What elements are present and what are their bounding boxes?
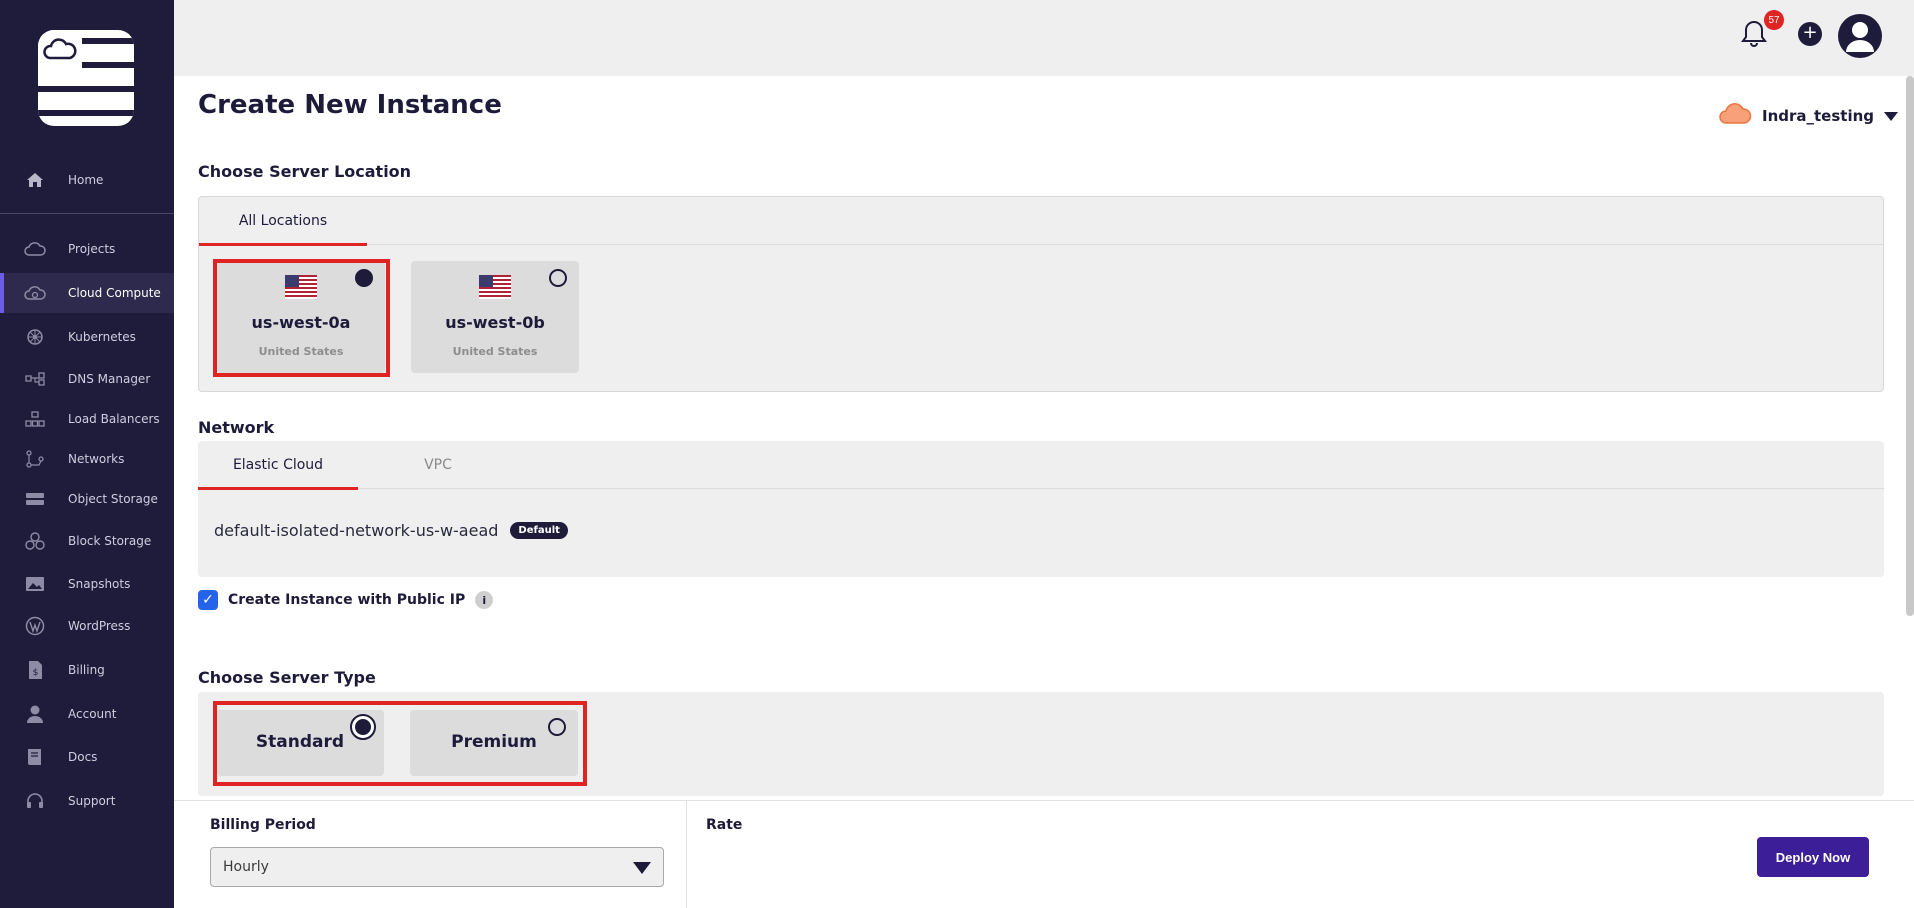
scrollbar[interactable]: [1906, 76, 1914, 616]
public-ip-row: ✓ Create Instance with Public IP i: [198, 590, 494, 610]
selection-highlight: [213, 701, 587, 786]
block-storage-icon: [24, 530, 46, 552]
network-panel: Elastic Cloud VPC default-isolated-netwo…: [198, 441, 1884, 577]
sidebar-item-label: Cloud Compute: [68, 286, 161, 300]
section-title-network: Network: [198, 418, 275, 437]
location-name: us-west-0b: [445, 313, 545, 332]
account-name: Indra_testing: [1762, 107, 1875, 125]
info-icon[interactable]: i: [475, 591, 494, 609]
sidebar-item-label: Docs: [68, 750, 98, 764]
account-selector[interactable]: Indra_testing: [1718, 103, 1899, 129]
sidebar-item-label: Billing: [68, 663, 105, 677]
sidebar-item-label: Block Storage: [68, 534, 152, 548]
sidebar: Home Projects Cloud Compute Kubernetes D…: [0, 0, 174, 908]
radio-unselected[interactable]: [549, 269, 567, 287]
brand-logo[interactable]: [38, 30, 134, 126]
image-icon: [24, 573, 46, 595]
top-bar: [174, 0, 1914, 76]
home-icon: [24, 169, 46, 191]
public-ip-checkbox[interactable]: ✓: [198, 590, 218, 610]
status-badge: Default: [510, 522, 568, 539]
billing-icon: $: [24, 659, 46, 681]
logo-stripe: [38, 110, 134, 116]
selection-highlight: [213, 259, 390, 377]
sidebar-item-object-storage[interactable]: Object Storage: [0, 479, 174, 519]
cloud-icon: [24, 238, 46, 260]
network-tabs: Elastic Cloud VPC: [198, 441, 1884, 490]
user-icon: [24, 703, 46, 725]
rate-label: Rate: [706, 817, 743, 833]
sidebar-item-label: Object Storage: [68, 492, 158, 506]
object-storage-icon: [24, 488, 46, 510]
headset-icon: [24, 790, 46, 812]
add-icon[interactable]: +: [1798, 22, 1822, 46]
cloud-compute-icon: [24, 282, 46, 304]
sidebar-item-label: Load Balancers: [68, 412, 160, 426]
billing-period-value: Hourly: [223, 859, 269, 875]
sidebar-item-block-storage[interactable]: Block Storage: [0, 521, 174, 561]
network-icon: [24, 448, 46, 470]
sidebar-item-projects[interactable]: Projects: [0, 229, 174, 269]
load-balancer-icon: [24, 408, 46, 430]
avatar[interactable]: [1838, 14, 1882, 58]
sidebar-item-dns-manager[interactable]: DNS Manager: [0, 359, 174, 399]
dns-icon: [24, 368, 46, 390]
sidebar-item-billing[interactable]: $ Billing: [0, 650, 174, 690]
network-name: default-isolated-network-us-w-aead: [214, 521, 499, 540]
billing-period-label: Billing Period: [210, 817, 316, 833]
page-title: Create New Instance: [198, 90, 502, 120]
chevron-down-icon: [1884, 111, 1899, 121]
sidebar-item-label: Kubernetes: [68, 330, 136, 344]
sidebar-item-label: Support: [68, 794, 116, 808]
logo-cloud-icon: [38, 30, 82, 70]
logo-stripe: [38, 86, 134, 92]
sidebar-item-kubernetes[interactable]: Kubernetes: [0, 317, 174, 357]
sidebar-item-networks[interactable]: Networks: [0, 439, 174, 479]
sidebar-item-label: Networks: [68, 452, 125, 466]
notification-badge: 57: [1764, 10, 1784, 30]
sidebar-item-docs[interactable]: Docs: [0, 737, 174, 777]
location-panel: All Locations us-west-0a United States u…: [198, 196, 1884, 392]
kubernetes-icon: [24, 326, 46, 348]
sidebar-item-account[interactable]: Account: [0, 694, 174, 734]
cloud-icon: [1718, 103, 1752, 129]
tab-vpc[interactable]: VPC: [358, 441, 518, 489]
chevron-down-icon: [633, 862, 651, 874]
sidebar-item-snapshots[interactable]: Snapshots: [0, 564, 174, 604]
sidebar-divider: [0, 213, 174, 214]
location-country: United States: [452, 345, 538, 358]
sidebar-item-cloud-compute[interactable]: Cloud Compute: [0, 273, 174, 313]
sidebar-item-label: Account: [68, 707, 117, 721]
divider: [686, 801, 687, 908]
book-icon: [24, 746, 46, 768]
sidebar-item-wordpress[interactable]: WordPress: [0, 606, 174, 646]
sidebar-item-label: DNS Manager: [68, 372, 151, 386]
sidebar-item-label: Projects: [68, 242, 116, 256]
location-tabs: All Locations: [199, 197, 1883, 246]
section-title-server-type: Choose Server Type: [198, 668, 376, 687]
deploy-now-button[interactable]: Deploy Now: [1757, 837, 1869, 877]
sidebar-item-home[interactable]: Home: [0, 160, 174, 200]
sidebar-item-label: Snapshots: [68, 577, 131, 591]
billing-period-select[interactable]: Hourly: [210, 847, 664, 887]
sidebar-item-label: Home: [68, 173, 104, 187]
tab-elastic-cloud[interactable]: Elastic Cloud: [198, 441, 358, 490]
svg-text:$: $: [33, 668, 39, 678]
location-option-us-west-0b[interactable]: us-west-0b United States: [411, 261, 579, 373]
bottom-bar: Billing Period Hourly Rate Deploy Now: [174, 800, 1914, 908]
network-selection[interactable]: default-isolated-network-us-w-aead Defau…: [214, 521, 568, 540]
wordpress-icon: [24, 615, 46, 637]
sidebar-item-label: WordPress: [68, 619, 131, 633]
us-flag-icon: [479, 275, 511, 299]
sidebar-item-load-balancers[interactable]: Load Balancers: [0, 399, 174, 439]
section-title-location: Choose Server Location: [198, 162, 412, 181]
sidebar-item-support[interactable]: Support: [0, 781, 174, 821]
public-ip-label: Create Instance with Public IP: [228, 592, 466, 608]
tab-all-locations[interactable]: All Locations: [199, 197, 367, 246]
